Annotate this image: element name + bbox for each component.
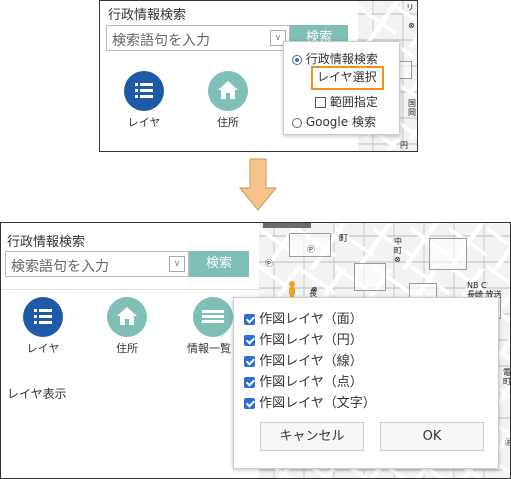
search-input[interactable]: 検索語句を入力 ∨: [106, 25, 290, 51]
list-label: 情報一覧: [187, 342, 231, 355]
search-placeholder: 検索語句を入力: [11, 259, 109, 275]
divider: [1, 289, 259, 290]
layer-item-point[interactable]: 作図レイヤ（点）: [244, 371, 363, 390]
panel-title: 行政情報検索: [7, 235, 86, 250]
checkbox-checked-icon[interactable]: [244, 377, 255, 388]
layer-icon[interactable]: [23, 297, 63, 337]
ok-button[interactable]: OK: [380, 422, 484, 451]
bottom-screenshot: 町 中町⊗ Ⓟ Ⓟ ⊗ 長 NB C長崎 放送 電町 Ⓟ 行政情報検索 検索語句…: [0, 222, 511, 479]
search-mode-popup: 行政情報検索 レイヤ選択 範囲指定 Google 検索: [283, 41, 400, 135]
chevron-down-icon[interactable]: ∨: [169, 256, 185, 272]
layer-select-dialog: 作図レイヤ（面） 作図レイヤ（円） 作図レイヤ（線） 作図レイヤ（点） 作図レイ…: [233, 297, 499, 469]
option-google-search[interactable]: Google 検索: [292, 113, 376, 130]
layer-display-heading: レイヤ表示: [7, 387, 67, 401]
down-arrow-icon: [238, 158, 278, 211]
map-control-bar[interactable]: [263, 223, 311, 228]
layer-item-line[interactable]: 作図レイヤ（線）: [244, 350, 363, 369]
search-input[interactable]: 検索語句を入力 ∨: [5, 251, 189, 277]
layer-item-polygon[interactable]: 作図レイヤ（面）: [244, 308, 363, 327]
radio-selected-icon[interactable]: [292, 54, 302, 65]
layer-item-circle[interactable]: 作図レイヤ（円）: [244, 329, 363, 348]
home-icon[interactable]: [208, 71, 248, 111]
radio-unselected-icon[interactable]: [292, 117, 302, 128]
checkbox-checked-icon[interactable]: [244, 398, 255, 409]
checkbox-checked-icon[interactable]: [244, 335, 255, 346]
option-range[interactable]: 範囲指定: [315, 93, 378, 110]
search-button[interactable]: 検索: [189, 251, 249, 277]
address-label: 住所: [116, 342, 138, 355]
layer-icon[interactable]: [124, 71, 164, 111]
checkbox-checked-icon[interactable]: [244, 314, 255, 325]
cancel-button[interactable]: キャンセル: [260, 422, 364, 451]
top-screenshot: リ ⊗ 国岡 円 行政情報検索 検索語句を入力 ∨ 検索 レイヤ 住所 行政情報…: [99, 0, 418, 152]
layer-item-text[interactable]: 作図レイヤ（文字）: [244, 392, 376, 411]
layer-label: レイヤ: [127, 116, 161, 129]
checkbox-checked-icon[interactable]: [244, 356, 255, 367]
home-icon[interactable]: [107, 297, 147, 337]
panel-title: 行政情報検索: [108, 8, 187, 23]
search-placeholder: 検索語句を入力: [112, 33, 210, 49]
option-admin-search[interactable]: 行政情報検索: [292, 50, 378, 67]
layer-label: レイヤ: [26, 342, 60, 355]
address-label: 住所: [217, 116, 239, 129]
option-layer-select[interactable]: レイヤ選択: [311, 66, 384, 90]
checkbox-unchecked-icon[interactable]: [315, 97, 326, 108]
list-icon[interactable]: [193, 297, 233, 337]
